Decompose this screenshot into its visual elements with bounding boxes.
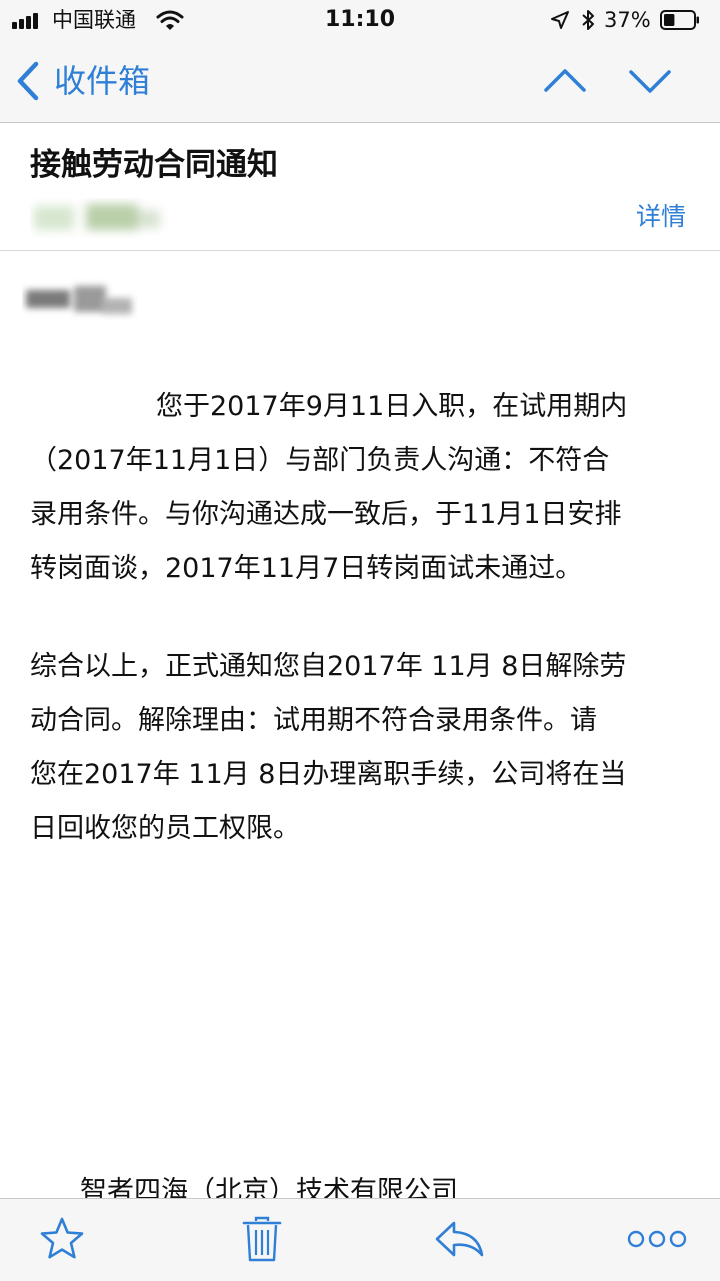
body-line: 综合以上，正式通知您自2017年 11月 8日解除劳 xyxy=(30,651,627,682)
star-icon[interactable] xyxy=(38,1215,86,1263)
details-link[interactable]: 详情 xyxy=(636,200,686,234)
reply-icon[interactable] xyxy=(434,1215,486,1263)
body-line: 录用条件。与你沟通达成一致后，于11月1日安排 xyxy=(30,499,622,530)
nav-bar: 收件箱 xyxy=(0,40,720,123)
back-to-inbox-button[interactable]: 收件箱 xyxy=(54,60,150,102)
chevron-left-icon[interactable] xyxy=(14,60,42,102)
body-line: 动合同。解除理由：试用期不符合录用条件。请 xyxy=(30,705,597,736)
status-bar: 中国联通 11:10 37% xyxy=(0,0,720,40)
email-subject: 接触劳动合同通知 xyxy=(30,147,278,183)
body-paragraph-2: 综合以上，正式通知您自2017年 11月 8日解除劳 动合同。解除理由：试用期不… xyxy=(30,640,710,856)
body-line: 转岗面谈，2017年11月7日转岗面试未通过。 xyxy=(30,553,583,584)
chevron-up-icon[interactable] xyxy=(543,66,587,96)
trash-icon[interactable] xyxy=(242,1215,282,1263)
body-paragraph-1: 您于2017年9月11日入职，在试用期内 （2017年11月1日）与部门负责人沟… xyxy=(30,380,710,596)
recipient-name-redacted xyxy=(26,286,132,314)
bluetooth-icon xyxy=(582,10,594,30)
more-icon[interactable] xyxy=(626,1215,688,1263)
location-icon xyxy=(551,11,569,29)
sender-avatar-redacted xyxy=(34,204,160,230)
body-line: 日回收您的员工权限。 xyxy=(30,813,300,844)
body-line: （2017年11月1日）与部门负责人沟通：不符合 xyxy=(30,445,610,476)
battery-percent: 37% xyxy=(604,8,651,32)
battery-icon xyxy=(660,10,699,30)
mail-screen: 中国联通 11:10 37% 收件箱 接触劳动合同通知 详情 您于2017年9月… xyxy=(0,0,720,1281)
header-divider xyxy=(0,250,720,251)
bottom-toolbar xyxy=(0,1198,720,1281)
body-line: 您于2017年9月11日入职，在试用期内 xyxy=(156,391,628,422)
body-line: 您在2017年 11月 8日办理离职手续，公司将在当 xyxy=(30,759,627,790)
chevron-down-icon[interactable] xyxy=(628,66,672,96)
